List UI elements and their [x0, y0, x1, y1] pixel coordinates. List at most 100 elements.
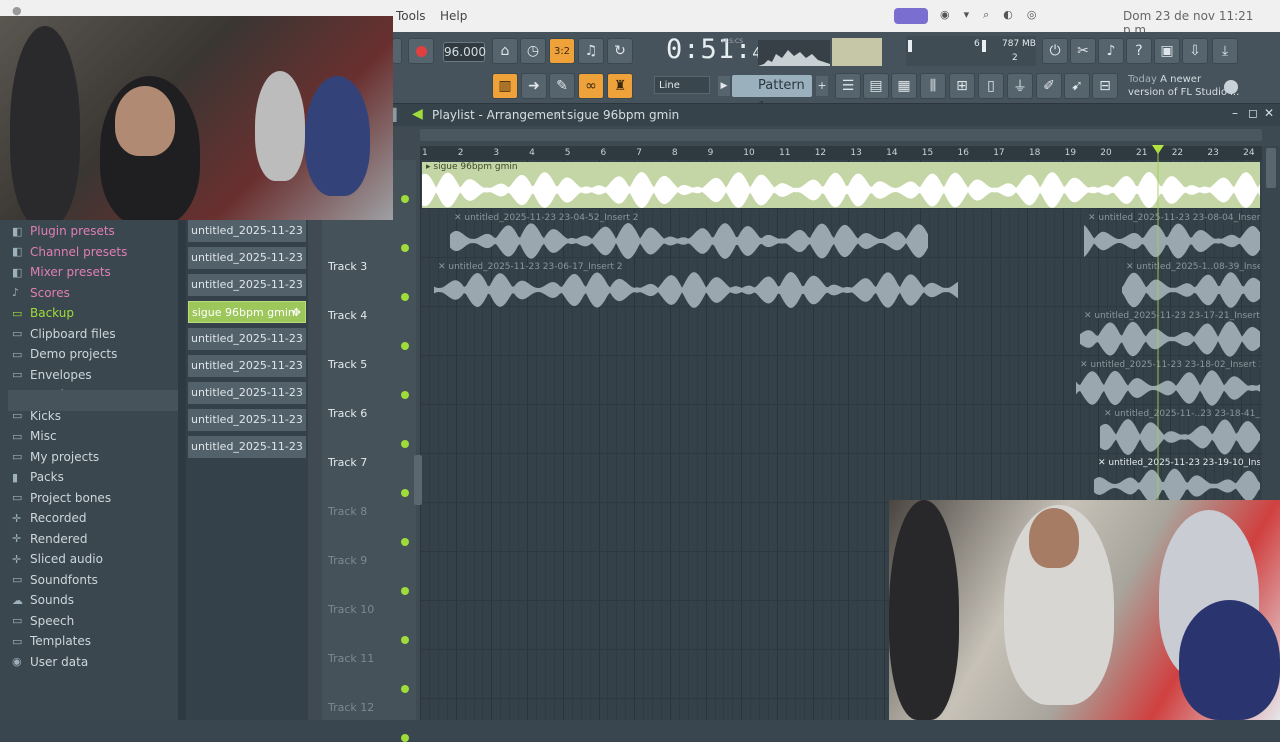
track-enable-led[interactable] [401, 587, 409, 595]
countdown-button[interactable]: 3:2 [549, 38, 575, 64]
timeline-ruler[interactable]: 1 2 3 4 5 6 7 8 9 10 11 12 13 14 15 16 17 18 19 20 21 22 23 24 [420, 146, 1262, 160]
menu-help[interactable]: Help [440, 9, 467, 23]
drag-handle-icon[interactable]: ✥ [292, 302, 301, 322]
browser-item[interactable]: ◉ User data [12, 655, 88, 669]
save-button[interactable]: ▣ [1154, 38, 1180, 64]
track-enable-led[interactable] [401, 636, 409, 644]
metronome-button[interactable]: ⌂ [492, 38, 518, 64]
track-name[interactable]: Track 10 [328, 603, 374, 616]
audio-clip[interactable]: ✕ untitled_2025-11-..23 23-18-41_Insert … [1100, 409, 1260, 455]
step-edit-button[interactable]: ♫ [578, 38, 604, 64]
picker-clip[interactable]: sigue 96bpm gmin ✥ [188, 301, 306, 323]
sampler-button[interactable]: ✐ [1036, 73, 1062, 99]
pattern-add-button[interactable]: + [816, 76, 828, 96]
picker-clip[interactable]: untitled_2025-11-23 23.. [188, 355, 306, 377]
record-button[interactable] [408, 38, 434, 64]
browser-item[interactable]: ▭ Demo projects [12, 347, 117, 361]
browser-item[interactable]: ▭ Templates [12, 634, 91, 648]
tools-button[interactable]: ✂ [1070, 38, 1096, 64]
track-enable-led[interactable] [401, 342, 409, 350]
track-name[interactable]: Track 5 [328, 358, 367, 371]
audio-clip[interactable]: ✕ untitled_2025-11-23 23-04-52_Insert 2 [450, 213, 928, 259]
arrow-button[interactable]: ➜ [521, 73, 547, 99]
track-enable-led[interactable] [401, 440, 409, 448]
track-name[interactable]: Track 6 [328, 407, 367, 420]
globe-icon[interactable] [1224, 80, 1238, 94]
audio-clip[interactable]: ✕ untitled_2025-11-23 23-06-17_Insert 2 [434, 262, 958, 308]
undo-button[interactable]: ⏻ [1042, 38, 1068, 64]
picker-clip[interactable]: untitled_2025-11-23 23.. [188, 328, 306, 350]
track-enable-led[interactable] [401, 685, 409, 693]
track-enable-led[interactable] [401, 244, 409, 252]
playlist-button[interactable]: ☰ [835, 73, 861, 99]
audio-clip[interactable]: ✕ untitled_2025-11-23 23-18-02_Insert 2 [1076, 360, 1260, 406]
track-scroll-thumb[interactable] [414, 455, 422, 505]
audio-clip[interactable]: ✕ untitled_2025-11-23 23-08-04_Insert 2 [1084, 213, 1260, 259]
browser-item[interactable]: ◧ Channel presets [12, 245, 127, 259]
browser-item[interactable]: ✛ Sliced audio [12, 552, 103, 566]
status-app-icon[interactable] [894, 8, 928, 24]
mic-button[interactable]: ♪ [1098, 38, 1124, 64]
picker-clip[interactable]: untitled_2025-11-23 23.. [188, 409, 306, 431]
track-name[interactable]: Track 3 [328, 260, 367, 273]
channel-rack-button[interactable]: ▦ [891, 73, 917, 99]
pattern-selector[interactable]: Pattern 1 [732, 75, 812, 115]
minimize-icon[interactable]: – [1232, 106, 1238, 120]
browser-item[interactable]: ✛ Rendered [12, 532, 87, 546]
browser-item[interactable]: ▭ Speech [12, 614, 74, 628]
picker-clip[interactable]: untitled_2025-11-23 23.. [188, 247, 306, 269]
stamp-button[interactable]: ♜ [607, 73, 633, 99]
browser-item[interactable]: ▭ Backup [12, 306, 74, 320]
track-enable-led[interactable] [401, 538, 409, 546]
stop-button[interactable] [392, 38, 402, 64]
mixer-button[interactable]: ⫼ [920, 73, 946, 99]
picker-clip[interactable]: untitled_2025-11-23 23.. [188, 436, 306, 458]
clip-scrollbar[interactable] [178, 220, 186, 720]
track-enable-led[interactable] [401, 391, 409, 399]
track-name[interactable]: Track 4 [328, 309, 367, 322]
browser-item[interactable]: ▮ Packs [12, 470, 64, 484]
browser-item[interactable]: ✛ Recorded [12, 511, 86, 525]
track-name[interactable]: Track 9 [328, 554, 367, 567]
browser-item[interactable]: ▭ Project bones [12, 491, 111, 505]
plugin-button[interactable]: ⏚ [1007, 73, 1033, 99]
audio-clip[interactable]: ▸ sigue 96bpm gmin [422, 162, 1260, 208]
menu-tools[interactable]: Tools [396, 9, 426, 23]
link-button[interactable]: ∞ [578, 73, 604, 99]
picker-clip[interactable]: untitled_2025-11-23 23.. [188, 220, 306, 242]
menu-handle-icon[interactable]: ▌ [392, 108, 401, 122]
audio-clip[interactable]: ✕ untitled_2025-1..08-39_Insert 2 [1122, 262, 1260, 308]
track-name[interactable]: Track 7 [328, 456, 367, 469]
song-time-display[interactable]: 0:51:41 [666, 34, 772, 65]
help-button[interactable]: ? [1126, 38, 1152, 64]
render-button[interactable]: ⤓ [1212, 38, 1238, 64]
shop-button[interactable]: ⊟ [1092, 73, 1118, 99]
audio-clip[interactable]: ✕ untitled_2025-11-23 23-19-10_Insert 2 [1094, 458, 1260, 504]
track-enable-led[interactable] [401, 293, 409, 301]
picker-clip[interactable]: untitled_2025-11-23 23.. [188, 382, 306, 404]
draw-tool-button[interactable]: ✎ [549, 73, 575, 99]
browser-item[interactable]: ▭ My projects [12, 450, 99, 464]
speaker-icon[interactable]: ◀ [412, 106, 423, 122]
audio-clip[interactable]: ✕ untitled_2025-11-23 23-17-21_Insert 2 [1080, 311, 1260, 357]
wait-button[interactable]: ◷ [520, 38, 546, 64]
track-enable-led[interactable] [401, 489, 409, 497]
browser-item[interactable]: ▭ Soundfonts [12, 573, 98, 587]
piano-roll-button[interactable]: ▤ [863, 73, 889, 99]
browser-item[interactable]: ◧ Mixer presets [12, 265, 111, 279]
loop-record-button[interactable]: ↻ [607, 38, 633, 64]
browser-item[interactable]: ▭ Misc [12, 429, 57, 443]
project-button[interactable]: ▯ [978, 73, 1004, 99]
track-name[interactable]: Track 12 [328, 701, 374, 714]
browser-item[interactable]: ♪ Scores [12, 286, 70, 300]
track-name[interactable]: Track 8 [328, 505, 367, 518]
browser-item[interactable]: ◧ Plugin presets [12, 224, 115, 238]
track-enable-led[interactable] [401, 734, 409, 742]
browser-item[interactable]: ☁ Sounds [12, 593, 74, 607]
news-ticker[interactable]: Today A newer version of FL Studio i.. [1128, 73, 1239, 99]
scroll-thumb[interactable] [1266, 148, 1276, 188]
tempo-tap-button[interactable]: ➹ [1064, 73, 1090, 99]
maximize-icon[interactable]: ◻ [1248, 106, 1258, 120]
snap-select[interactable]: Line [654, 76, 710, 94]
pattern-song-toggle[interactable]: ▥ [492, 73, 518, 99]
